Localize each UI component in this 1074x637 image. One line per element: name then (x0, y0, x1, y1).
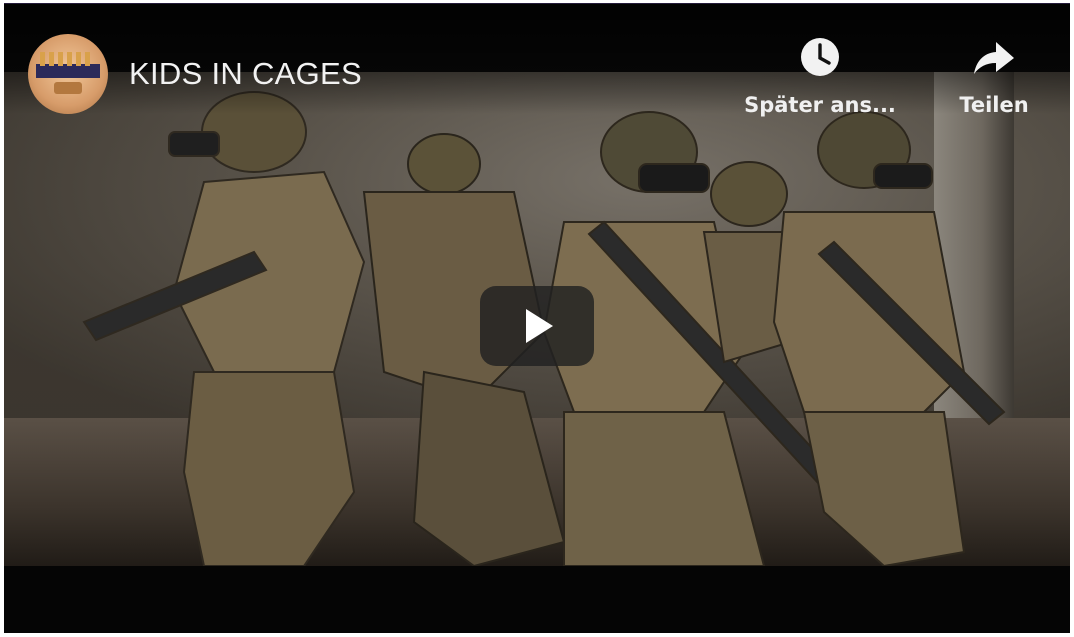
player-bottom-letterbox (4, 566, 1070, 633)
share-button[interactable]: Teilen (944, 36, 1044, 117)
channel-avatar[interactable] (28, 34, 108, 114)
clock-icon (801, 38, 839, 76)
video-player[interactable]: KIDS IN CAGES Später ans... Teilen (4, 4, 1070, 633)
share-arrow-icon (974, 42, 1014, 74)
watch-later-label: Später ans... (744, 93, 896, 117)
play-icon (526, 309, 553, 343)
video-title[interactable]: KIDS IN CAGES (129, 56, 362, 92)
share-label: Teilen (959, 93, 1029, 117)
play-button[interactable] (480, 286, 594, 366)
channel-avatar-graphic (36, 52, 100, 94)
watch-later-button[interactable]: Später ans... (740, 36, 900, 117)
